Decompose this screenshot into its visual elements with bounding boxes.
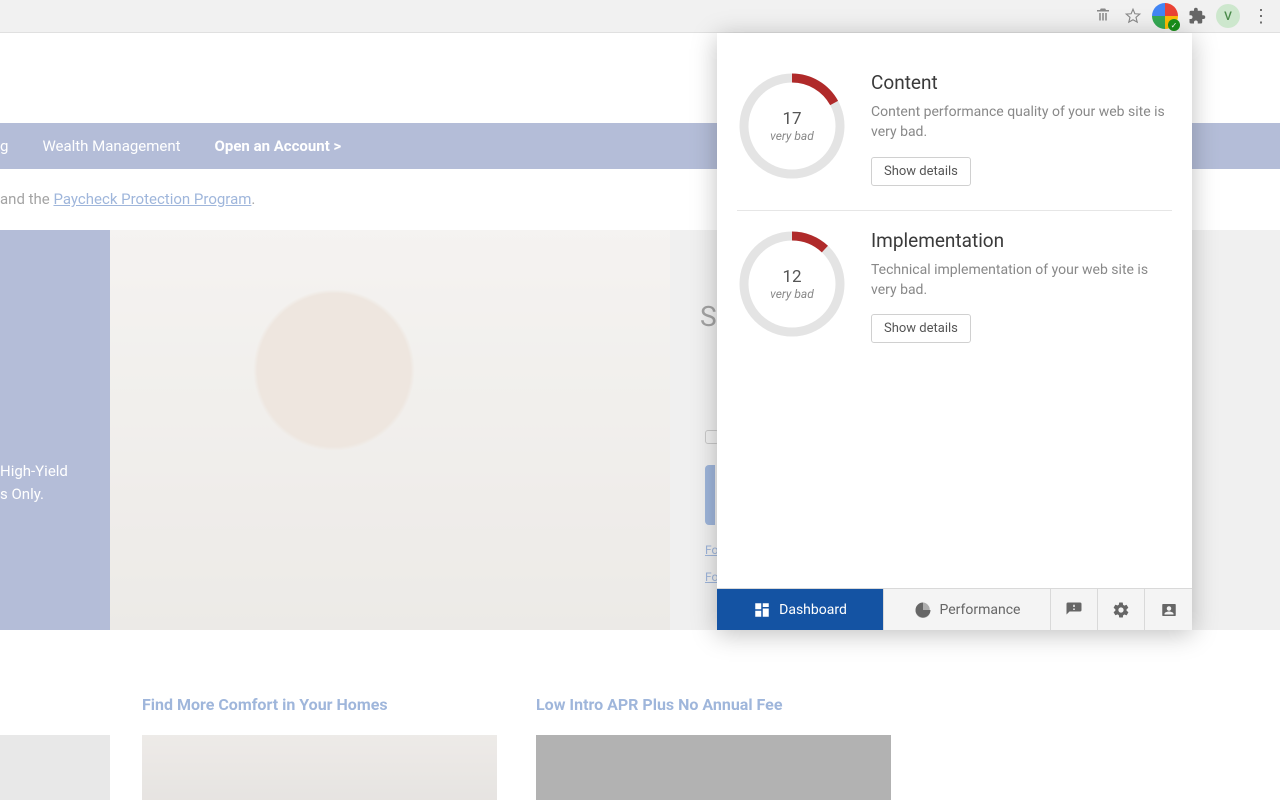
metric-implementation: 12 very bad Implementation Technical imp… [737,211,1172,368]
tab-feedback[interactable] [1051,589,1098,630]
tab-performance[interactable]: Performance [884,589,1051,630]
metric-desc-implementation: Technical implementation of your web sit… [871,260,1172,301]
tab-account[interactable] [1145,589,1192,630]
browser-menu-icon[interactable]: ⋮ [1248,6,1274,27]
extension-popup: 17 very bad Content Content performance … [717,33,1192,630]
notice-link[interactable]: Paycheck Protection Program [53,190,251,208]
promo-image-0 [0,735,110,800]
profile-avatar[interactable]: V [1216,4,1240,28]
hero-heading-fragment: S [700,300,717,333]
active-extension-icon[interactable] [1152,3,1178,29]
nav-item-wealth[interactable]: Wealth Management [42,137,180,155]
show-details-content-button[interactable]: Show details [871,157,971,186]
extensions-puzzle-icon[interactable] [1186,5,1208,27]
hero-image [110,230,670,630]
score-content: 17 [782,109,801,129]
gauge-implementation: 12 very bad [737,229,847,339]
tab-performance-label: Performance [940,602,1021,618]
gear-icon [1112,601,1130,619]
notice-suffix: . [251,190,255,208]
metric-title-content: Content [871,71,1172,94]
tab-dashboard[interactable]: Dashboard [717,589,884,630]
nav-item-partial[interactable]: g [0,137,8,155]
signin-button-fragment[interactable] [705,465,715,525]
nav-item-open-account[interactable]: Open an Account > [215,137,342,155]
extension-icon-1[interactable] [1092,5,1114,27]
dashboard-icon [753,601,771,619]
notice-prefix: and the [0,190,53,208]
metric-content: 17 very bad Content Content performance … [737,53,1172,211]
metric-title-implementation: Implementation [871,229,1172,252]
show-details-implementation-button[interactable]: Show details [871,314,971,343]
promo-heading-2: Low Intro APR Plus No Annual Fee [536,695,782,714]
hero-text: High-Yield s Only. [0,460,68,505]
hero-text-line1: High-Yield [0,462,68,480]
score-label-implementation: very bad [770,287,814,301]
score-label-content: very bad [770,129,814,143]
browser-toolbar: V ⋮ [0,0,1280,33]
tab-dashboard-label: Dashboard [779,602,847,618]
bookmark-star-icon[interactable] [1122,5,1144,27]
hero-text-line2: s Only. [0,485,44,503]
metric-desc-content: Content performance quality of your web … [871,102,1172,143]
tab-settings[interactable] [1098,589,1145,630]
promo-image-1 [142,735,497,800]
popup-body: 17 very bad Content Content performance … [717,33,1192,588]
piechart-icon [914,601,932,619]
score-implementation: 12 [782,267,801,287]
feedback-icon [1065,601,1083,619]
person-icon [1160,601,1178,619]
popup-tabbar: Dashboard Performance [717,588,1192,630]
promo-heading-1: Find More Comfort in Your Homes [142,695,388,714]
promo-image-2 [536,735,891,800]
gauge-content: 17 very bad [737,71,847,181]
notice-bar: and the Paycheck Protection Program. [0,190,255,208]
